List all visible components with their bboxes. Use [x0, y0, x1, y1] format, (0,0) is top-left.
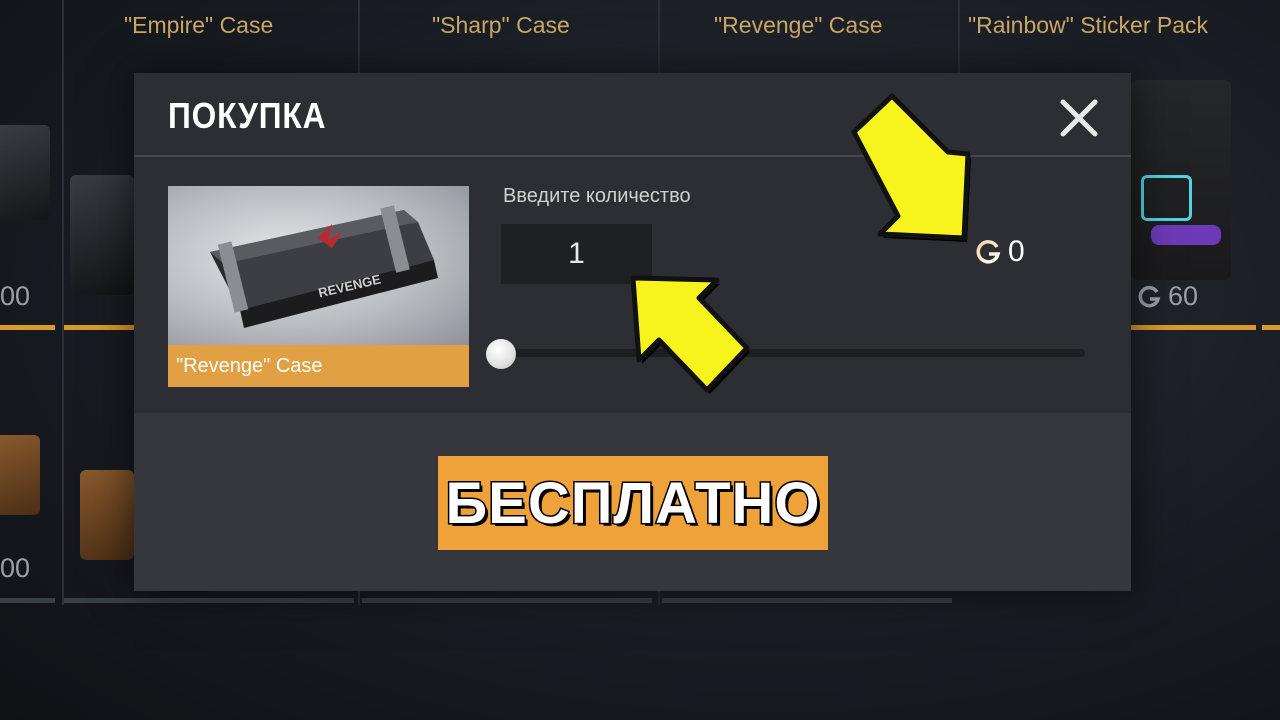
shop-price: 00	[0, 553, 31, 583]
rarity-bar	[0, 325, 55, 330]
dialog-header: ПОКУПКА	[134, 73, 1131, 157]
rainbow-price: 60	[1136, 281, 1198, 312]
grid-divider	[0, 598, 55, 603]
sticker-pack-thumbnail[interactable]	[1131, 80, 1231, 280]
shop-case-thumbnail[interactable]	[70, 175, 134, 295]
total-price-value: 0	[1008, 235, 1025, 268]
total-price: 0	[974, 235, 1025, 269]
quantity-label: Введите количество	[503, 185, 691, 207]
item-name: "Revenge" Case	[168, 345, 469, 387]
close-icon	[1060, 99, 1098, 137]
rarity-bar	[1131, 325, 1256, 330]
yellow-arrow-icon	[851, 93, 971, 242]
shop-case-thumbnail[interactable]	[80, 470, 134, 560]
quantity-slider-track[interactable]	[500, 349, 1085, 357]
dialog-footer: БЕСПЛАТНО	[134, 413, 1131, 591]
quantity-slider-thumb[interactable]	[486, 339, 516, 369]
shop-item-title-revenge[interactable]: "Revenge" Case	[714, 12, 882, 39]
rainbow-price-value: 60	[1168, 281, 1199, 311]
yellow-arrow-icon	[630, 275, 750, 394]
gold-coin-icon	[1138, 285, 1161, 307]
grid-divider	[64, 598, 354, 603]
shop-item-title-sharp[interactable]: "Sharp" Case	[432, 12, 570, 39]
shop-item-title-rainbow[interactable]: "Rainbow" Sticker Pack	[968, 12, 1208, 39]
rarity-bar	[64, 325, 134, 330]
shop-price: 00	[0, 281, 31, 311]
revenge-case-image: REVENGE	[210, 205, 438, 328]
sticker-art	[1151, 225, 1221, 245]
grid-divider	[362, 598, 652, 603]
sticker-art	[1141, 175, 1192, 221]
grid-divider	[958, 0, 960, 75]
item-image: REVENGE	[168, 186, 469, 345]
buy-button[interactable]: БЕСПЛАТНО	[438, 456, 828, 550]
grid-divider	[662, 598, 952, 603]
dialog-title: ПОКУПКА	[168, 95, 327, 136]
shop-item-title-empire[interactable]: "Empire" Case	[124, 12, 273, 39]
shop-case-thumbnail[interactable]	[0, 125, 50, 220]
buy-button-label: БЕСПЛАТНО	[444, 469, 821, 537]
item-preview-card: REVENGE "Revenge" Case	[168, 186, 469, 387]
rarity-bar	[1262, 325, 1280, 330]
shop-case-thumbnail[interactable]	[0, 435, 40, 515]
close-button[interactable]	[1054, 93, 1104, 143]
grid-divider	[62, 0, 64, 605]
